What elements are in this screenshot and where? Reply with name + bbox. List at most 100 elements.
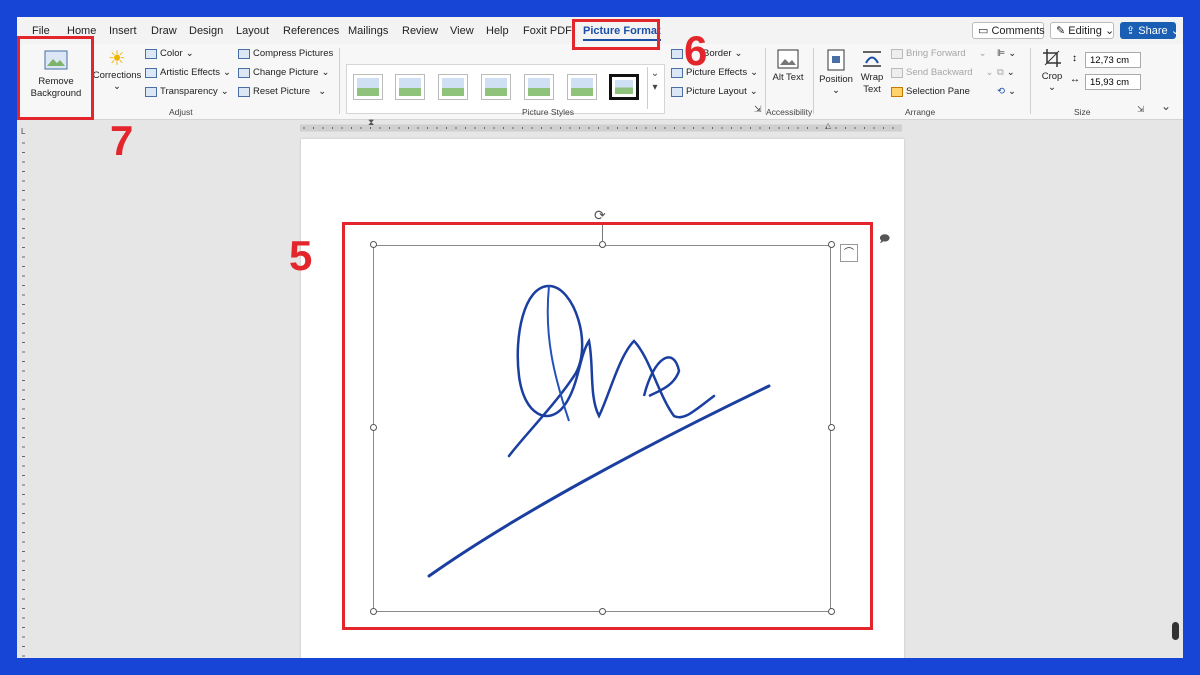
compress-pictures-label: Compress Pictures bbox=[253, 48, 334, 59]
picture-style-3[interactable] bbox=[438, 74, 468, 100]
change-picture-button[interactable]: Change Picture ⌄ bbox=[238, 67, 329, 78]
chevron-down-icon: ⌄ bbox=[832, 85, 840, 96]
picture-style-4[interactable] bbox=[481, 74, 511, 100]
height-icon: ↕ bbox=[1072, 53, 1077, 64]
color-button[interactable]: Color ⌄ bbox=[145, 48, 194, 59]
bring-forward-label: Bring Forward bbox=[906, 48, 966, 59]
ruler-ticks bbox=[300, 124, 902, 132]
chevron-down-icon: ⌄ bbox=[1101, 25, 1115, 37]
picture-style-1[interactable] bbox=[353, 74, 383, 100]
height-input[interactable]: 12,73 cm bbox=[1085, 52, 1141, 68]
width-input[interactable]: 15,93 cm bbox=[1085, 74, 1141, 90]
gallery-more-button[interactable]: ⌄ ▾ bbox=[647, 67, 662, 109]
annotation-box-picture bbox=[342, 222, 873, 630]
crop-label: Crop bbox=[1041, 71, 1063, 82]
divider bbox=[339, 48, 340, 114]
alt-text-button[interactable]: Alt Text bbox=[769, 49, 807, 84]
chevron-down-icon: ⌄ ▾ bbox=[650, 68, 660, 93]
comment-icon[interactable]: 🗩 bbox=[879, 232, 890, 249]
vertical-scrollbar-thumb[interactable] bbox=[1172, 622, 1179, 640]
reset-picture-label: Reset Picture bbox=[253, 86, 311, 97]
annotation-step-5: 5 bbox=[289, 232, 313, 279]
picture-style-2[interactable] bbox=[395, 74, 425, 100]
editing-button[interactable]: ✎ Editing ⌄ bbox=[1050, 22, 1114, 39]
position-button[interactable]: Position ⌄ bbox=[817, 49, 855, 96]
tab-insert[interactable]: Insert bbox=[109, 25, 137, 37]
group-button[interactable]: ⧉ ⌄ bbox=[997, 67, 1015, 78]
corrections-button[interactable]: ☀ Corrections ⌄ bbox=[92, 48, 142, 92]
comments-label: Comments bbox=[991, 25, 1045, 37]
tab-stop-icon[interactable]: L bbox=[21, 127, 25, 136]
tab-mailings[interactable]: Mailings bbox=[348, 25, 388, 37]
bring-forward-icon bbox=[891, 48, 903, 59]
wrap-text-label: Wrap Text bbox=[860, 72, 884, 95]
compress-pictures-button[interactable]: Compress Pictures bbox=[238, 48, 333, 59]
right-indent-marker-icon[interactable]: △ bbox=[825, 121, 831, 130]
adjust-group-label: Adjust bbox=[169, 107, 193, 117]
crop-button[interactable]: Crop ⌄ bbox=[1035, 48, 1069, 93]
tab-foxit-pdf[interactable]: Foxit PDF bbox=[523, 25, 572, 37]
picture-style-5[interactable] bbox=[524, 74, 554, 100]
send-backward-button[interactable]: Send Backward ⌄ bbox=[891, 67, 994, 78]
picture-style-6[interactable] bbox=[567, 74, 597, 100]
transparency-icon bbox=[145, 86, 157, 97]
ruler-ticks bbox=[22, 142, 25, 657]
tab-design[interactable]: Design bbox=[189, 25, 223, 37]
artistic-effects-button[interactable]: Artistic Effects ⌄ bbox=[145, 67, 231, 78]
rotate-button[interactable]: ⟲ ⌄ bbox=[997, 86, 1016, 97]
chevron-down-icon: ⌄ bbox=[223, 67, 231, 78]
annotation-step-6: 6 bbox=[684, 27, 708, 74]
arrange-group-label: Arrange bbox=[905, 107, 936, 117]
reset-picture-button[interactable]: Reset Picture ⌄ bbox=[238, 86, 326, 97]
share-icon: ⇪ bbox=[1126, 25, 1139, 37]
tab-view[interactable]: View bbox=[450, 25, 474, 37]
crop-icon bbox=[1043, 49, 1061, 67]
dialog-launcher-icon[interactable]: ⇲ bbox=[1137, 104, 1144, 115]
divider bbox=[813, 48, 814, 114]
tab-draw[interactable]: Draw bbox=[151, 25, 177, 37]
vertical-ruler[interactable] bbox=[19, 139, 29, 658]
editing-label: Editing bbox=[1068, 25, 1102, 37]
chevron-down-icon: ⌄ bbox=[734, 48, 743, 59]
transparency-label: Transparency bbox=[160, 86, 218, 97]
comments-button[interactable]: ▭ Comments bbox=[972, 22, 1045, 39]
send-backward-icon bbox=[891, 67, 903, 78]
compress-icon bbox=[238, 48, 250, 59]
tab-references[interactable]: References bbox=[283, 25, 339, 37]
wrap-text-icon bbox=[863, 51, 881, 67]
tab-help[interactable]: Help bbox=[486, 25, 509, 37]
share-button[interactable]: ⇪ Share ⌄ bbox=[1120, 22, 1180, 39]
tab-review[interactable]: Review bbox=[402, 25, 438, 37]
layout-icon bbox=[671, 86, 683, 97]
wrap-text-button[interactable]: Wrap Text bbox=[855, 49, 889, 96]
chevron-down-icon: ⌄ bbox=[978, 48, 987, 59]
horizontal-ruler[interactable]: ⧗ △ bbox=[300, 117, 902, 133]
send-backward-label: Send Backward bbox=[906, 67, 973, 78]
chevron-down-icon: ⌄ bbox=[1048, 82, 1056, 93]
chevron-down-icon: ⌄ bbox=[1007, 86, 1016, 97]
tab-layout[interactable]: Layout bbox=[236, 25, 269, 37]
chevron-down-icon: ⌄ bbox=[985, 67, 994, 78]
change-picture-icon bbox=[238, 67, 250, 78]
pencil-icon: ✎ bbox=[1056, 25, 1069, 37]
transparency-button[interactable]: Transparency ⌄ bbox=[145, 86, 229, 97]
word-window: File Home Insert Draw Design Layout Refe… bbox=[17, 17, 1183, 658]
chevron-down-icon: ⌄ bbox=[220, 86, 229, 97]
corrections-label: Corrections bbox=[92, 70, 142, 81]
align-button[interactable]: ⊫ ⌄ bbox=[997, 48, 1016, 59]
indent-marker-icon[interactable]: ⧗ bbox=[368, 117, 374, 128]
picture-styles-group-label: Picture Styles bbox=[522, 107, 574, 117]
color-icon bbox=[145, 48, 157, 59]
picture-layout-label: Picture Layout bbox=[686, 86, 747, 97]
group-icon: ⧉ bbox=[997, 67, 1004, 78]
comment-icon: ▭ bbox=[978, 25, 992, 37]
picture-style-7[interactable] bbox=[609, 74, 639, 100]
bring-forward-button[interactable]: Bring Forward ⌄ bbox=[891, 48, 987, 59]
effects-icon bbox=[671, 67, 683, 78]
collapse-ribbon-icon[interactable]: ⌄ bbox=[1161, 99, 1171, 113]
selection-pane-button[interactable]: Selection Pane bbox=[891, 86, 970, 97]
dialog-launcher-icon[interactable]: ⇲ bbox=[754, 104, 762, 115]
chevron-down-icon: ⌄ bbox=[1008, 48, 1017, 59]
divider bbox=[1030, 48, 1031, 114]
picture-layout-button[interactable]: Picture Layout ⌄ bbox=[671, 86, 758, 97]
